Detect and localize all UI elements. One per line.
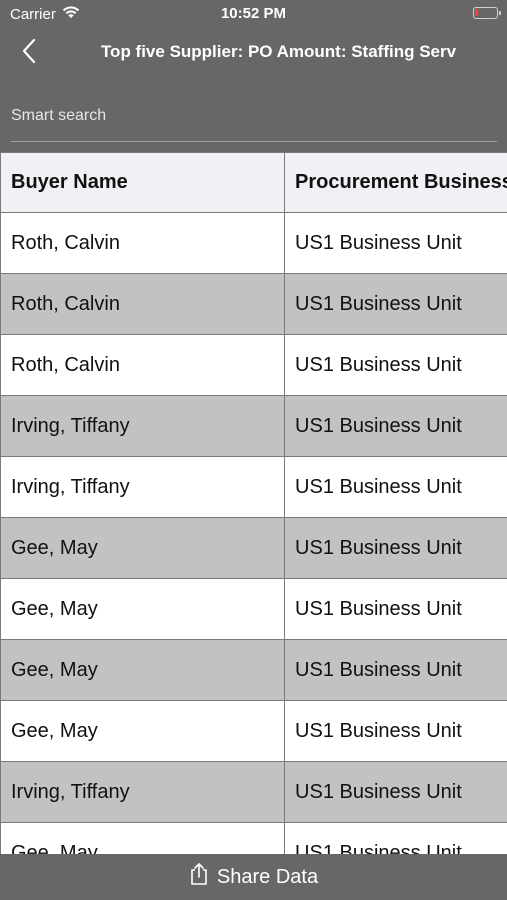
battery-icon bbox=[473, 7, 501, 19]
status-bar: Carrier 10:52 PM bbox=[0, 0, 507, 28]
table-row[interactable]: Roth, Calvin US1 Business Unit bbox=[0, 213, 507, 274]
buyer-name-cell: Roth, Calvin bbox=[0, 335, 285, 395]
buyer-name-cell: Gee, May bbox=[0, 579, 285, 639]
data-table[interactable]: Buyer Name Procurement Business Unit Rot… bbox=[0, 152, 507, 854]
share-data-button[interactable]: Share Data bbox=[189, 862, 318, 892]
table-body: Roth, Calvin US1 Business Unit Roth, Calvi… bbox=[0, 213, 507, 854]
navigation-bar: Top five Supplier: PO Amount: Staffing S… bbox=[0, 28, 507, 78]
table-row[interactable]: Roth, Calvin US1 Business Unit bbox=[0, 335, 507, 396]
buyer-name-cell: Irving, Tiffany bbox=[0, 396, 285, 456]
bottom-toolbar: Share Data bbox=[0, 854, 507, 900]
buyer-name-cell: Gee, May bbox=[0, 640, 285, 700]
table-row[interactable]: Gee, May US1 Business Unit bbox=[0, 579, 507, 640]
business-unit-cell: US1 Business Unit bbox=[284, 701, 507, 761]
table-row[interactable]: Irving, Tiffany US1 Business Unit bbox=[0, 396, 507, 457]
business-unit-cell: US1 Business Unit bbox=[284, 457, 507, 517]
column-header-buyer-name[interactable]: Buyer Name bbox=[0, 153, 285, 212]
business-unit-cell: US1 Business Unit bbox=[284, 518, 507, 578]
screen: Carrier 10:52 PM Top five Supplier: PO A… bbox=[0, 0, 507, 900]
table-row[interactable]: Gee, May US1 Business Unit bbox=[0, 823, 507, 854]
buyer-name-cell: Roth, Calvin bbox=[0, 274, 285, 334]
back-button[interactable] bbox=[14, 38, 44, 68]
buyer-name-cell: Gee, May bbox=[0, 701, 285, 761]
buyer-name-cell: Irving, Tiffany bbox=[0, 457, 285, 517]
page-title: Top five Supplier: PO Amount: Staffing S… bbox=[100, 42, 457, 61]
business-unit-cell: US1 Business Unit bbox=[284, 396, 507, 456]
business-unit-cell: US1 Business Unit bbox=[284, 274, 507, 334]
buyer-name-cell: Irving, Tiffany bbox=[0, 762, 285, 822]
search-input[interactable] bbox=[11, 104, 497, 128]
table-row[interactable]: Gee, May US1 Business Unit bbox=[0, 518, 507, 579]
business-unit-cell: US1 Business Unit bbox=[284, 823, 507, 854]
buyer-name-cell: Gee, May bbox=[0, 518, 285, 578]
top-header: Carrier 10:52 PM Top five Supplier: PO A… bbox=[0, 0, 507, 152]
search-bar bbox=[11, 98, 497, 142]
business-unit-cell: US1 Business Unit bbox=[284, 579, 507, 639]
table-row[interactable]: Roth, Calvin US1 Business Unit bbox=[0, 274, 507, 335]
business-unit-cell: US1 Business Unit bbox=[284, 640, 507, 700]
buyer-name-cell: Roth, Calvin bbox=[0, 213, 285, 273]
column-header-procurement-business-unit[interactable]: Procurement Business Unit bbox=[284, 153, 507, 212]
chevron-left-icon bbox=[22, 38, 36, 69]
table-header-row: Buyer Name Procurement Business Unit bbox=[0, 152, 507, 213]
business-unit-cell: US1 Business Unit bbox=[284, 762, 507, 822]
clock: 10:52 PM bbox=[220, 5, 287, 22]
business-unit-cell: US1 Business Unit bbox=[284, 213, 507, 273]
share-icon bbox=[189, 862, 209, 892]
table-row[interactable]: Irving, Tiffany US1 Business Unit bbox=[0, 762, 507, 823]
table-row[interactable]: Gee, May US1 Business Unit bbox=[0, 701, 507, 762]
share-data-label: Share Data bbox=[216, 865, 319, 888]
table-row[interactable]: Gee, May US1 Business Unit bbox=[0, 640, 507, 701]
table-row[interactable]: Irving, Tiffany US1 Business Unit bbox=[0, 457, 507, 518]
buyer-name-cell: Gee, May bbox=[0, 823, 285, 854]
business-unit-cell: US1 Business Unit bbox=[284, 335, 507, 395]
